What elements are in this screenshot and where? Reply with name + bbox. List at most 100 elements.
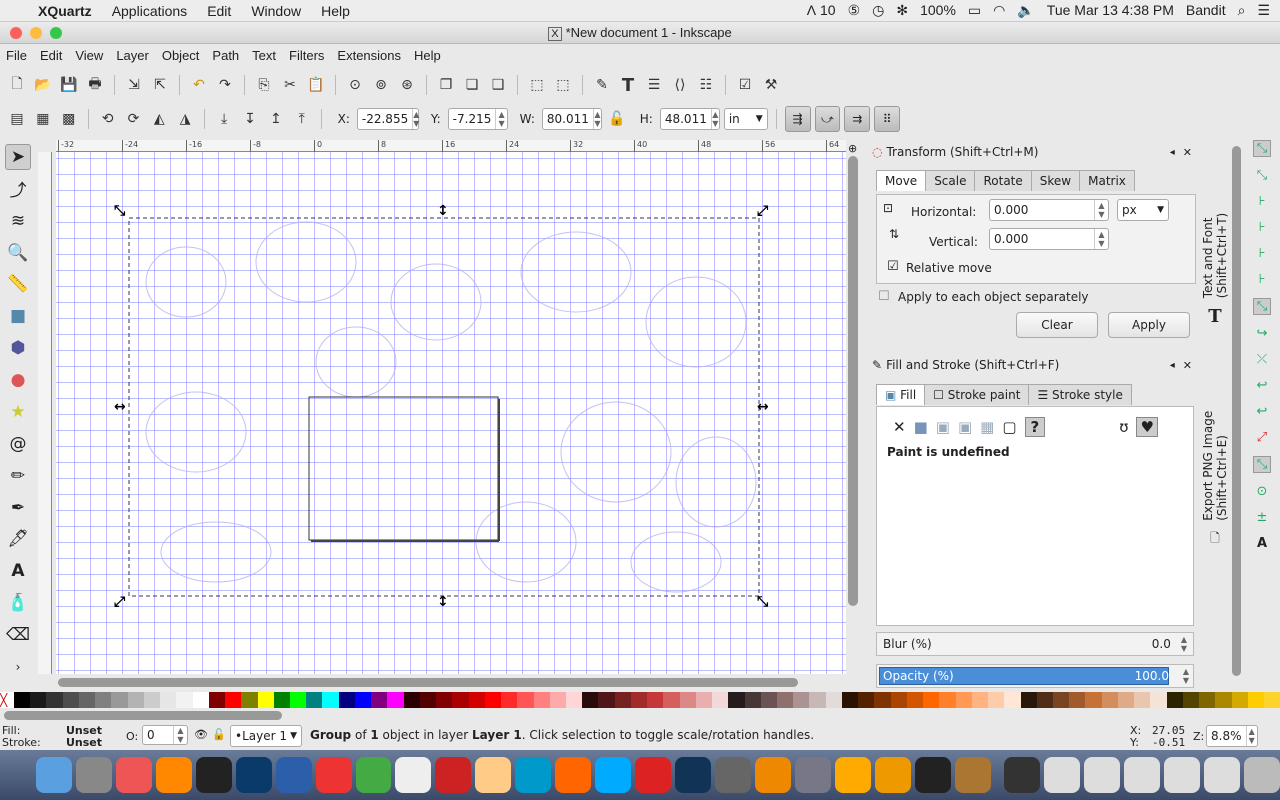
export-png-tab-icon[interactable]: 🗋 xyxy=(1210,529,1220,550)
user-name[interactable]: Bandit xyxy=(1186,2,1226,19)
close-panel-icon[interactable]: ✕ xyxy=(1183,146,1192,159)
rotate-ccw-icon[interactable]: ⟲ xyxy=(97,108,119,130)
snap-path-icon[interactable]: ↪ xyxy=(1257,326,1268,341)
snap-center-icon[interactable]: ⊙ xyxy=(1257,484,1268,499)
blur-value[interactable]: 0.0 xyxy=(1152,637,1171,651)
color-swatch[interactable] xyxy=(338,692,355,708)
toggle-visibility-icon[interactable]: 👁 xyxy=(194,728,208,741)
tab-fill[interactable]: ▣ Fill xyxy=(876,384,926,405)
menu-edit[interactable]: Edit xyxy=(40,48,62,63)
color-swatch[interactable] xyxy=(923,692,940,708)
color-swatch[interactable] xyxy=(241,692,258,708)
dock-app-screen[interactable] xyxy=(1004,757,1041,793)
wifi-icon[interactable]: ◠ xyxy=(993,2,1005,19)
color-swatch[interactable] xyxy=(452,692,469,708)
swatch-icon[interactable]: ▢ xyxy=(1002,418,1016,436)
opacity-slider[interactable]: Opacity (%) 100.0 ▲ ▼ xyxy=(876,664,1194,688)
color-swatch[interactable] xyxy=(614,692,631,708)
color-swatch[interactable] xyxy=(1004,692,1021,708)
color-swatch[interactable] xyxy=(728,692,745,708)
mac-menu-edit[interactable]: Edit xyxy=(207,3,231,19)
pattern-icon[interactable]: ▦ xyxy=(980,418,994,436)
color-swatch[interactable] xyxy=(289,692,307,708)
color-swatch[interactable] xyxy=(663,692,680,708)
color-swatch[interactable] xyxy=(176,692,193,708)
color-swatch[interactable] xyxy=(95,692,112,708)
color-swatch[interactable] xyxy=(501,692,518,708)
y-field[interactable]: -7.215 ▲ ▼ xyxy=(447,108,508,130)
layers-icon[interactable]: ☰ xyxy=(643,74,665,96)
vertical-stepper[interactable]: ▲ ▼ xyxy=(1094,229,1108,249)
opacity-stepper[interactable]: ▲ ▼ xyxy=(1183,667,1189,685)
color-swatch[interactable] xyxy=(1166,692,1183,708)
zoom-value[interactable]: 8.8% xyxy=(1211,729,1242,743)
color-swatch[interactable] xyxy=(517,692,534,708)
dock-app-textedit[interactable] xyxy=(395,757,432,793)
flip-vertical-icon[interactable]: ◮ xyxy=(174,108,196,130)
color-swatch[interactable] xyxy=(988,692,1005,708)
color-swatch[interactable] xyxy=(1036,692,1053,708)
flat-color-icon[interactable]: ■ xyxy=(914,418,928,436)
dock-app-vivaldi[interactable] xyxy=(635,757,671,793)
tweak-tool-icon[interactable]: ≋ xyxy=(5,208,31,234)
vertical-field[interactable]: 0.000 ▲ ▼ xyxy=(989,228,1109,250)
drawing-canvas[interactable]: ⤡ ↕ ⤢ ↔ ↔ ⤢ ↕ ⤡ xyxy=(56,152,846,674)
x-field[interactable]: -22.855 ▲ ▼ xyxy=(356,108,419,130)
color-swatch[interactable] xyxy=(1101,692,1118,708)
snap-bbox-midpoint-icon[interactable]: ⊦ xyxy=(1259,246,1266,261)
color-swatch[interactable] xyxy=(777,692,794,708)
color-swatch[interactable] xyxy=(874,692,891,708)
eraser-tool-icon[interactable]: ⌫ xyxy=(5,622,31,648)
relative-move-checkbox[interactable]: ☑ xyxy=(887,259,899,274)
color-swatch[interactable] xyxy=(403,692,420,708)
vertical-ruler[interactable] xyxy=(38,152,52,674)
color-swatch[interactable] xyxy=(1264,692,1280,708)
pen-tool-icon[interactable]: ✒ xyxy=(5,495,31,521)
dock-app-maps[interactable] xyxy=(954,757,991,793)
scale-handle-w[interactable]: ↔ xyxy=(114,400,126,414)
color-swatch[interactable] xyxy=(1085,692,1102,708)
horizontal-value[interactable]: 0.000 xyxy=(994,203,1090,217)
y-value[interactable]: -7.215 xyxy=(453,112,492,126)
palette-scrollbar[interactable] xyxy=(4,711,282,720)
raise-icon[interactable]: ↥ xyxy=(265,108,287,130)
horizontal-ruler[interactable]: -32 -24 -16 -8 0 8 16 24 32 40 48 56 64 xyxy=(56,140,846,152)
opacity-field-stepper[interactable]: ▲ ▼ xyxy=(173,726,187,744)
color-swatch[interactable] xyxy=(1231,692,1248,708)
unit-select[interactable]: in ▼ xyxy=(723,108,768,130)
tab-stroke-paint[interactable]: ☐ Stroke paint xyxy=(924,384,1030,405)
dock-app-automator[interactable] xyxy=(794,757,831,793)
text-tool-icon[interactable]: A xyxy=(5,558,31,584)
3d-box-tool-icon[interactable]: ⬢ xyxy=(5,335,31,361)
unset-paint-icon[interactable]: ? xyxy=(1024,417,1046,437)
dock-app-word[interactable] xyxy=(275,757,312,793)
document-properties-icon[interactable]: ☑ xyxy=(734,74,756,96)
dock-app-windows[interactable] xyxy=(1044,757,1081,793)
menu-text[interactable]: Text xyxy=(252,48,276,63)
battery-percent[interactable]: 100% xyxy=(920,2,956,19)
menu-extensions[interactable]: Extensions xyxy=(337,48,401,63)
more-tools-chevron-icon[interactable]: › xyxy=(5,654,31,680)
vertical-value[interactable]: 0.000 xyxy=(994,232,1090,246)
apply-button[interactable]: Apply xyxy=(1108,312,1190,338)
import-icon[interactable]: ⇲ xyxy=(123,74,145,96)
tab-move[interactable]: Move xyxy=(876,170,927,191)
color-swatch[interactable] xyxy=(78,692,96,708)
transform-gradients-toggle[interactable]: ⇉ xyxy=(844,106,871,132)
color-swatch[interactable] xyxy=(1150,692,1167,708)
scale-handle-e[interactable]: ↔ xyxy=(757,400,769,414)
color-swatch[interactable] xyxy=(208,692,226,708)
color-swatch[interactable] xyxy=(890,692,907,708)
mac-menu-applications[interactable]: Applications xyxy=(112,3,188,19)
dock-app-itunes[interactable] xyxy=(115,757,152,793)
bluetooth-icon[interactable]: ✻ xyxy=(896,2,908,19)
text-font-tab-icon[interactable]: T xyxy=(1208,306,1221,327)
dock-app-windows[interactable] xyxy=(1084,757,1121,793)
radial-gradient-icon[interactable]: ▣ xyxy=(958,418,972,436)
time-machine-icon[interactable]: ◷ xyxy=(872,2,884,19)
transform-unit-select[interactable]: px ▼ xyxy=(1117,199,1169,221)
snap-intersection-icon[interactable]: ⤫ xyxy=(1257,352,1267,367)
transform-patterns-toggle[interactable]: ⠿ xyxy=(874,106,901,132)
mac-menu-window[interactable]: Window xyxy=(251,3,301,19)
dock-app-scratch[interactable] xyxy=(754,757,791,793)
